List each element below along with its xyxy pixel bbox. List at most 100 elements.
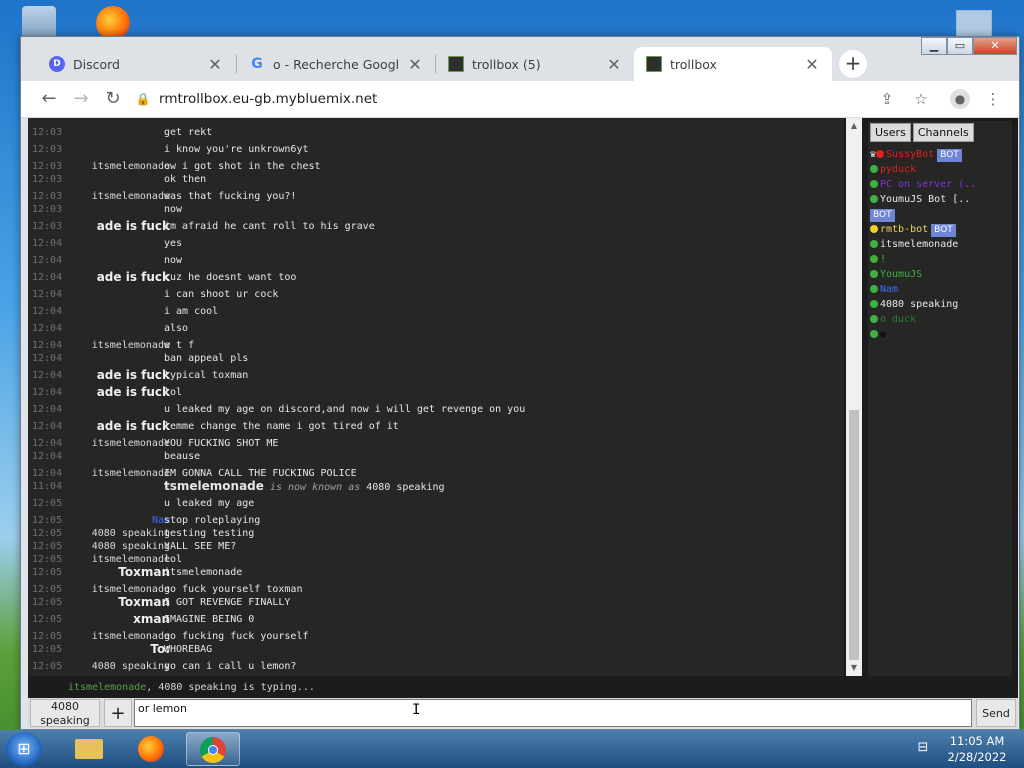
user-name: o duck: [880, 314, 917, 325]
tab-channels[interactable]: Channels: [912, 123, 974, 142]
message-author[interactable]: Toxman: [118, 565, 170, 580]
chat-message: 12:04 ade is fuck cuz he doesnt want too: [28, 270, 844, 285]
user-list-item[interactable]: itsmelemonade: [870, 237, 1012, 252]
message-text: now: [164, 204, 183, 215]
user-list-item[interactable]: ●: [870, 327, 1012, 342]
folder-icon: [75, 739, 103, 759]
new-tab-button[interactable]: +: [839, 50, 867, 78]
system-clock[interactable]: 11:05 AM 2/28/2022: [940, 733, 1014, 765]
user-name: itsmelemonade: [880, 239, 959, 250]
scroll-down-arrow-icon[interactable]: ▼: [846, 660, 862, 676]
user-list-item[interactable]: !: [870, 252, 1012, 267]
rename-notice: is now known as: [269, 482, 361, 493]
tab-users[interactable]: Users: [870, 123, 911, 142]
message-author[interactable]: ade is fuck: [97, 368, 170, 383]
user-list-item[interactable]: pyduck: [870, 162, 1012, 177]
tab-google-search[interactable]: G o - Recherche Google ✕: [237, 47, 435, 81]
user-list-item[interactable]: YoumuJS: [870, 267, 1012, 282]
status-dot-icon: [870, 315, 878, 323]
message-time: 12:04: [32, 289, 63, 300]
user-list-item[interactable]: YoumuJS Bot [..: [870, 192, 1012, 207]
url-text[interactable]: rmtrollbox.eu-gb.mybluemix.net: [159, 91, 377, 107]
typing-indicator: itsmelemonade, 4080 speaking is typing..…: [28, 678, 1018, 698]
start-button[interactable]: ⊞: [6, 732, 42, 766]
user-list-item[interactable]: ♛ SussyBot BOT: [870, 147, 1012, 162]
firefox-taskbar-button[interactable]: [124, 732, 178, 766]
message-author[interactable]: ade is fuck: [97, 219, 170, 234]
message-author[interactable]: ade is fuck: [97, 385, 170, 400]
message-time: 12:04: [32, 370, 63, 381]
file-explorer-taskbar-button[interactable]: [62, 732, 116, 766]
profile-avatar-icon[interactable]: ●: [950, 89, 970, 109]
chat-scrollbar[interactable]: ▲ ▼: [846, 118, 862, 676]
chat-message: 12:05 Toxman I GOT REVENGE FINALLY: [28, 595, 844, 610]
rename-old-name: tsmelemonade: [164, 479, 264, 493]
scroll-thumb[interactable]: [849, 410, 859, 660]
add-attachment-button[interactable]: +: [104, 699, 132, 727]
user-list-item[interactable]: o duck: [870, 312, 1012, 327]
message-time: 12:05: [32, 644, 63, 655]
chat-message: 12:04 i am cool: [28, 304, 844, 319]
message-text: cuz he doesnt want too: [164, 272, 297, 283]
user-list-item[interactable]: 4080 speaking: [870, 297, 1012, 312]
message-text: beause: [164, 451, 201, 462]
status-dot-icon: [870, 255, 878, 263]
message-time: 12:03: [32, 127, 63, 138]
close-icon[interactable]: ✕: [804, 55, 820, 74]
status-dot-icon: [870, 300, 878, 308]
share-icon[interactable]: ⇪: [877, 89, 897, 109]
reload-icon[interactable]: ↻: [101, 87, 125, 111]
status-dot-icon: [870, 225, 878, 233]
message-author[interactable]: Toxman: [118, 595, 170, 610]
maximize-button[interactable]: ▭: [947, 37, 973, 55]
chrome-icon: [200, 737, 226, 763]
chat-message: 12:04 ade is fuck lemme change the name i …: [28, 419, 844, 434]
close-window-button[interactable]: ✕: [973, 37, 1017, 55]
chat-message: 12:05 xman IMAGINE BEING 0: [28, 612, 844, 627]
typing-text: itsmelemonade, 4080 speaking is typing..…: [68, 682, 315, 693]
message-text: WHOREBAG: [164, 644, 213, 655]
message-text: also: [164, 323, 189, 334]
tab-trollbox-active[interactable]: trollbox ✕: [634, 47, 832, 81]
forward-arrow-icon[interactable]: →: [69, 87, 93, 111]
window-controls: ▁ ▭ ✕: [921, 37, 1017, 55]
message-input[interactable]: or lemon: [134, 699, 972, 727]
lock-icon[interactable]: 🔒: [133, 92, 153, 106]
message-author[interactable]: ade is fuck: [97, 270, 170, 285]
user-list-item[interactable]: Nam: [870, 282, 1012, 297]
scroll-up-arrow-icon[interactable]: ▲: [846, 118, 862, 134]
message-input-bar: 4080 speaking + or lemon Send: [28, 698, 1018, 728]
message-text: lol: [164, 387, 183, 398]
user-list-item[interactable]: rmtb-bot BOT: [870, 222, 1012, 237]
message-author[interactable]: 4080 speaking: [92, 659, 170, 674]
tab-trollbox-5[interactable]: trollbox (5) ✕: [436, 47, 634, 81]
user-name: SussyBot: [886, 149, 935, 160]
recycle-bin-icon[interactable]: [22, 6, 56, 40]
kebab-menu-icon[interactable]: ⋮: [983, 89, 1003, 109]
user-name: YoumuJS: [880, 269, 923, 280]
chat-message: 12:03 ade is fuck im afraid he cant roll t…: [28, 219, 844, 234]
firefox-desktop-icon[interactable]: [96, 6, 130, 40]
network-icon[interactable]: ⊟: [914, 740, 932, 758]
close-icon[interactable]: ✕: [407, 55, 423, 74]
tab-discord[interactable]: D Discord ✕: [37, 47, 235, 81]
close-icon[interactable]: ✕: [606, 55, 622, 74]
message-author[interactable]: ade is fuck: [97, 419, 170, 434]
message-text: i know you're unkrown6yt: [164, 144, 309, 155]
bot-badge: BOT: [870, 209, 895, 222]
user-list-item[interactable]: PC on server (..: [870, 177, 1012, 192]
address-bar[interactable]: 🔒 rmtrollbox.eu-gb.mybluemix.net: [133, 85, 925, 113]
close-icon[interactable]: ✕: [207, 55, 223, 74]
taskbar: ⊞ ⊟ 11:05 AM 2/28/2022: [0, 730, 1024, 768]
send-button[interactable]: Send: [976, 699, 1016, 727]
chrome-taskbar-button[interactable]: [186, 732, 240, 766]
chat-log[interactable]: 12:03 get rekt 12:03 i know you're unkrown6…: [28, 118, 844, 676]
message-time: 12:04: [32, 255, 63, 266]
status-dot-icon: [876, 150, 885, 158]
firefox-icon: [138, 736, 164, 762]
bookmark-star-icon[interactable]: ☆: [911, 89, 931, 109]
back-arrow-icon[interactable]: ←: [37, 87, 61, 111]
chat-message: 12:03 i know you're unkrown6yt: [28, 142, 844, 157]
nickname-button[interactable]: 4080 speaking: [30, 699, 100, 727]
minimize-button[interactable]: ▁: [921, 37, 947, 55]
